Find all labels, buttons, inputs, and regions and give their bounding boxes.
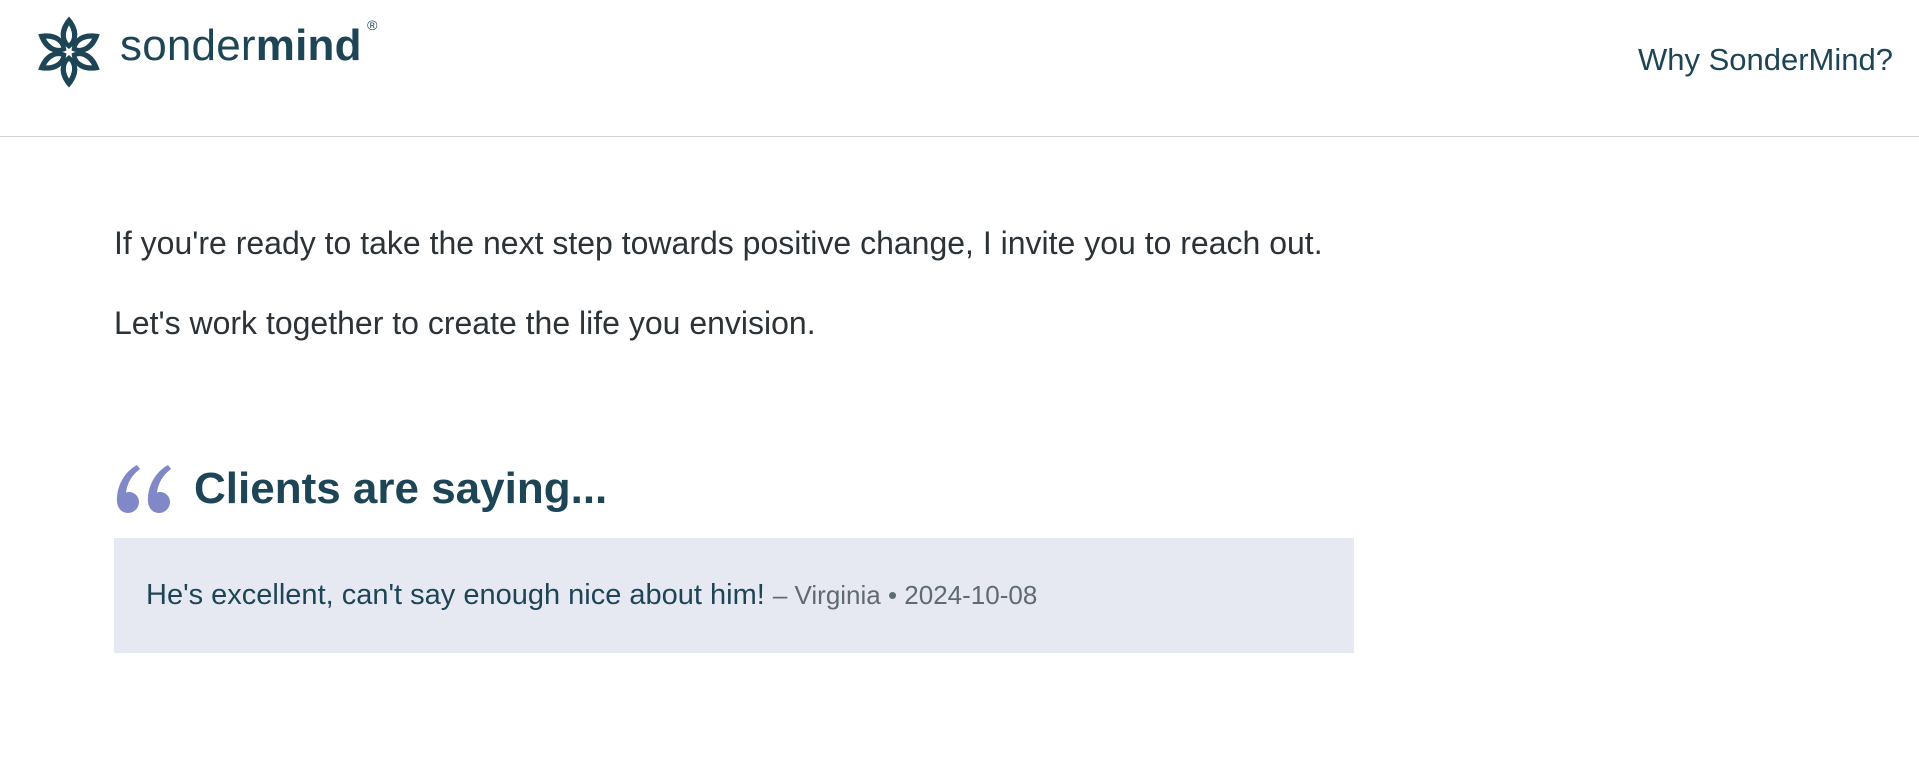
sondermind-flower-logo-icon [38,16,100,88]
testimonial-meta: – Virginia • 2024-10-08 [772,580,1038,610]
testimonial-text: He's excellent, can't say enough nice ab… [146,579,765,611]
why-sondermind-link[interactable]: Why SonderMind? [1638,40,1893,80]
testimonials-title: Clients are saying... [194,464,608,513]
testimonials-heading: Clients are saying... [114,454,1354,524]
sondermind-logo[interactable]: sondermind ® [32,12,377,92]
registered-mark: ® [367,17,378,33]
testimonials-section: Clients are saying... He's excellent, ca… [114,454,1354,653]
site-header: sondermind ® Why SonderMind? [0,0,1919,137]
wordmark-bold: mind [255,21,362,70]
main-content: If you're ready to take the next step to… [114,137,1354,653]
quote-icon [116,465,171,513]
intro-paragraph: If you're ready to take the next step to… [114,225,1323,341]
testimonial-card: He's excellent, can't say enough nice ab… [114,538,1354,653]
sondermind-wordmark: sondermind ® [120,18,377,70]
wordmark-light: sonder [120,21,256,70]
